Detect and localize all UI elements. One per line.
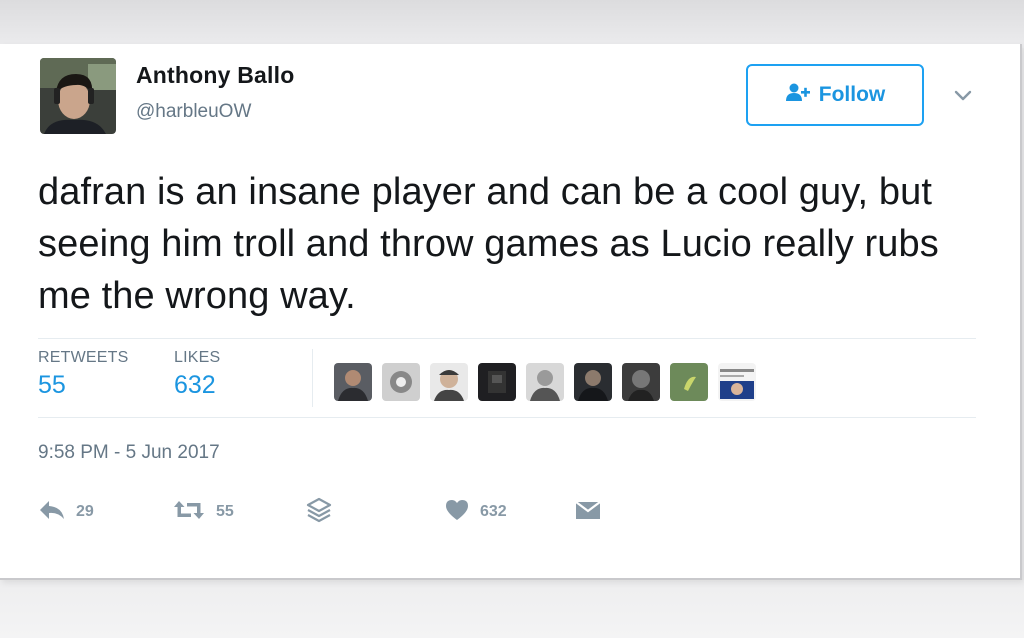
author-handle[interactable]: @harbleuOW — [136, 101, 251, 123]
retweet-button[interactable]: 55 — [172, 496, 234, 528]
liker-avatar[interactable] — [622, 363, 660, 401]
liker-avatar[interactable] — [718, 363, 756, 401]
chevron-down-icon[interactable] — [952, 84, 974, 106]
reply-icon — [38, 498, 66, 527]
layers-icon — [306, 497, 332, 528]
liker-avatar[interactable] — [478, 363, 516, 401]
author-name[interactable]: Anthony Ballo — [136, 62, 294, 89]
stats-divider — [312, 349, 313, 407]
tweet-timestamp[interactable]: 9:58 PM - 5 Jun 2017 — [38, 442, 220, 464]
retweet-count: 55 — [216, 503, 234, 520]
direct-message-button[interactable] — [574, 496, 602, 528]
envelope-icon — [574, 499, 602, 526]
background-blur-bottom — [0, 580, 1024, 638]
liker-avatar[interactable] — [574, 363, 612, 401]
add-user-icon — [785, 82, 811, 109]
likes-value: 632 — [174, 371, 216, 399]
likes-label: LIKES — [174, 349, 221, 366]
liker-avatar[interactable] — [382, 363, 420, 401]
liker-avatar[interactable] — [526, 363, 564, 401]
reply-count: 29 — [76, 503, 94, 520]
retweets-stat[interactable]: RETWEETS 55 — [38, 349, 129, 400]
retweets-value: 55 — [38, 371, 66, 399]
tweet-actions: 29 55 632 — [38, 496, 638, 528]
like-button[interactable]: 632 — [444, 496, 507, 528]
liker-avatar[interactable] — [430, 363, 468, 401]
more-actions-button[interactable] — [306, 496, 332, 528]
liker-avatar[interactable] — [670, 363, 708, 401]
tweet-stats: RETWEETS 55 LIKES 632 — [38, 338, 976, 418]
follow-button[interactable]: Follow — [746, 64, 924, 126]
heart-icon — [444, 498, 470, 527]
retweets-label: RETWEETS — [38, 349, 129, 366]
tweet-text: dafran is an insane player and can be a … — [38, 171, 939, 317]
liker-avatar[interactable] — [334, 363, 372, 401]
author-avatar[interactable] — [40, 58, 116, 134]
likes-stat[interactable]: LIKES 632 — [174, 349, 220, 400]
follow-label: Follow — [818, 83, 886, 106]
background-blur-top — [0, 0, 1024, 48]
retweet-icon — [172, 498, 206, 527]
tweet-card: Anthony Ballo @harbleuOW Follow dafran i… — [0, 44, 1022, 580]
like-count: 632 — [480, 503, 507, 520]
reply-button[interactable]: 29 — [38, 496, 94, 528]
